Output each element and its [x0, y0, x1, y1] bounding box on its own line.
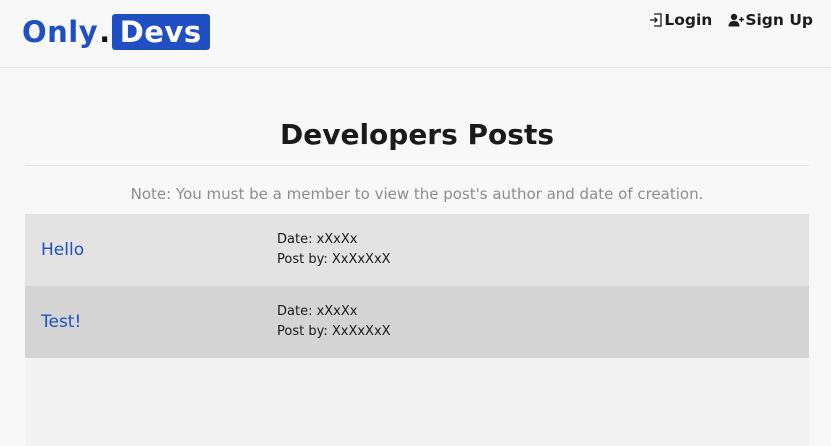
post-meta: Date: xXxXx Post by: XxXxXxX: [277, 230, 391, 270]
login-icon: [650, 13, 662, 27]
page-title: Developers Posts: [279, 118, 555, 151]
login-link[interactable]: Login: [649, 10, 712, 30]
user-plus-icon: [728, 13, 745, 27]
login-label: Login: [664, 11, 713, 29]
post-title-link[interactable]: Test!: [41, 310, 81, 334]
post-date: Date: xXxXx: [277, 232, 358, 247]
signup-label: Sign Up: [745, 11, 813, 29]
posts-list: Hello Date: xXxXx Post by: XxXxXxX Test!…: [25, 214, 809, 446]
post-title-link[interactable]: Hello: [41, 238, 84, 262]
member-note: Note: You must be a member to view the p…: [130, 185, 704, 203]
brand-dot: .: [99, 15, 111, 49]
brand-name-part1: Only: [22, 15, 99, 49]
nav-links: Login Sign Up: [649, 10, 813, 30]
brand-name-part2: Devs: [111, 14, 210, 50]
title-divider: [25, 165, 809, 166]
post-author: Post by: XxXxXxX: [277, 324, 391, 339]
post-author: Post by: XxXxXxX: [277, 252, 391, 267]
top-navbar: Only. Devs Login Sign Up: [0, 0, 831, 68]
post-row[interactable]: Hello Date: xXxXx Post by: XxXxXxX: [25, 214, 809, 286]
post-meta: Date: xXxXx Post by: XxXxXxX: [277, 302, 391, 342]
brand-logo[interactable]: Only. Devs: [22, 14, 210, 50]
signup-link[interactable]: Sign Up: [728, 10, 813, 30]
post-date: Date: xXxXx: [277, 304, 358, 319]
post-row[interactable]: Test! Date: xXxXx Post by: XxXxXxX: [25, 286, 809, 358]
